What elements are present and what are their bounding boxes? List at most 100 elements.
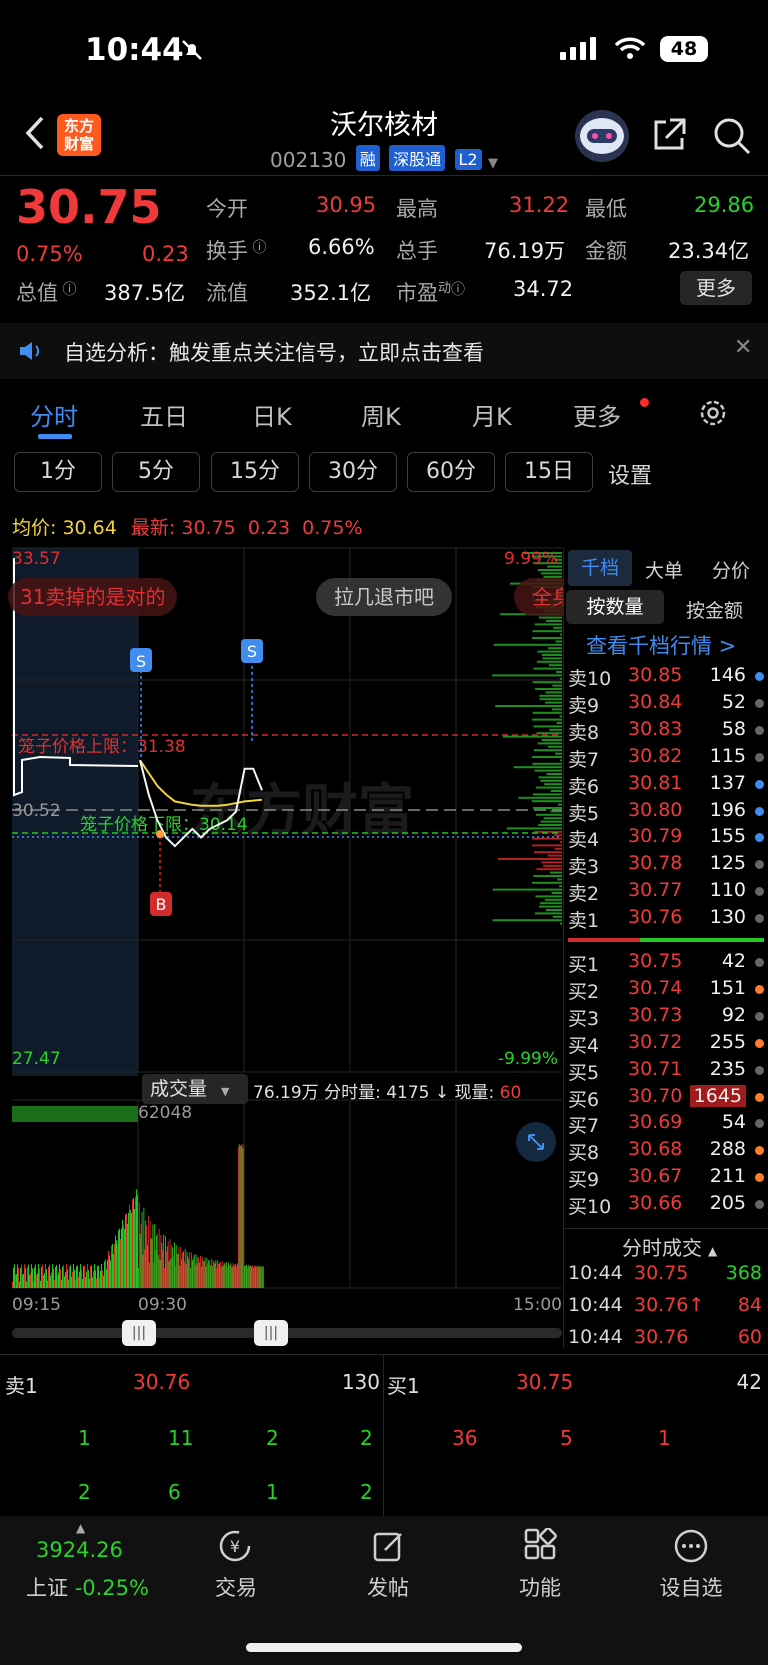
ask-price: 30.83 xyxy=(628,717,683,740)
volume-bar xyxy=(25,1268,26,1288)
tab-l2-depth[interactable]: 千档 xyxy=(568,550,632,586)
volume-bar xyxy=(251,1266,253,1288)
tick-row: 10:44 30.76↑ 84 xyxy=(568,1294,768,1321)
bid-row[interactable]: 买7 30.69 54 xyxy=(568,1111,768,1138)
post-icon[interactable] xyxy=(371,1528,407,1568)
depth-bar xyxy=(560,759,562,762)
nav-post[interactable]: 发帖 xyxy=(338,1572,438,1602)
mode-by-amount[interactable]: 按金额 xyxy=(686,596,743,623)
trade-icon[interactable]: ¥ xyxy=(217,1528,253,1568)
mode-by-qty[interactable]: 按数量 xyxy=(566,590,664,624)
ask-row[interactable]: 卖4 30.79 155 xyxy=(568,825,768,852)
period-1min[interactable]: 1分 xyxy=(14,452,102,492)
index-line[interactable]: 上证 -0.25% xyxy=(26,1572,149,1602)
share-icon[interactable] xyxy=(650,116,688,158)
nav-functions[interactable]: 功能 xyxy=(490,1572,590,1602)
notice-bar[interactable]: 自选分析：触发重点关注信号，立即点击查看 ✕ xyxy=(0,323,768,379)
tab-daily[interactable]: 日K xyxy=(252,397,292,432)
more-button[interactable]: 更多 xyxy=(680,271,752,305)
depth-bar xyxy=(559,715,562,718)
comment-bubble-1[interactable]: 31卖掉的是对的 xyxy=(8,578,178,616)
bid-row[interactable]: 买5 30.71 235 xyxy=(568,1058,768,1085)
ask-row[interactable]: 卖5 30.80 196 xyxy=(568,799,768,826)
close-icon[interactable]: ✕ xyxy=(734,335,752,360)
tab-price-dist[interactable]: 分价 xyxy=(712,556,750,583)
tab-intraday[interactable]: 分时 xyxy=(30,397,78,432)
assistant-avatar[interactable] xyxy=(575,110,629,162)
ask-row[interactable]: 卖7 30.82 115 xyxy=(568,745,768,772)
indicator-select[interactable]: 成交量 ▼ xyxy=(142,1074,248,1104)
period-60min[interactable]: 60分 xyxy=(407,452,495,492)
ticks-title[interactable]: 分时成交 ▲ xyxy=(622,1232,717,1261)
volume-bar xyxy=(71,1276,72,1288)
tab-more[interactable]: 更多 xyxy=(573,397,621,432)
index-value[interactable]: 3924.26 xyxy=(36,1538,123,1562)
ask-row[interactable]: 卖8 30.83 58 xyxy=(568,718,768,745)
tab-monthly[interactable]: 月K xyxy=(472,397,512,432)
volume-bar xyxy=(239,1145,241,1288)
volume-bar xyxy=(49,1264,50,1288)
depth-bar xyxy=(554,847,562,850)
chevron-down-icon[interactable]: ▼ xyxy=(488,156,498,171)
buy-queue-cell: 5 xyxy=(560,1426,573,1450)
volume-info: 76.19万 分时量: 4175 ↓ 现量: 60 xyxy=(253,1083,522,1103)
volume-bar xyxy=(102,1270,103,1288)
period-5min[interactable]: 5分 xyxy=(112,452,200,492)
search-icon[interactable] xyxy=(712,116,752,160)
comment-bubble-3[interactable]: 全身 xyxy=(514,578,564,616)
slider-handle-right[interactable]: ||| xyxy=(254,1320,288,1346)
gear-icon[interactable] xyxy=(698,398,728,432)
view-depth-link[interactable]: 查看千档行情 > xyxy=(586,630,736,660)
ask-row[interactable]: 卖2 30.77 110 xyxy=(568,879,768,906)
nav-add-watchlist[interactable]: 设自选 xyxy=(641,1572,741,1602)
slider-handle-left[interactable]: ||| xyxy=(122,1320,156,1346)
volume-bar xyxy=(51,1272,52,1288)
bid-row[interactable]: 买10 30.66 205 xyxy=(568,1192,768,1219)
bid-row[interactable]: 买1 30.75 42 xyxy=(568,950,768,977)
float-value: 352.1亿 xyxy=(290,281,372,305)
bid-row[interactable]: 买4 30.72 255 xyxy=(568,1031,768,1058)
volume-bar xyxy=(80,1264,81,1288)
volume-bar xyxy=(79,1271,80,1288)
nav-trade[interactable]: 交易 xyxy=(186,1572,286,1602)
bid-row[interactable]: 买8 30.68 288 xyxy=(568,1138,768,1165)
period-15min[interactable]: 15分 xyxy=(211,452,299,492)
period-30min[interactable]: 30分 xyxy=(309,452,397,492)
ask-level: 卖7 xyxy=(568,748,600,771)
bid-row[interactable]: 买2 30.74 151 xyxy=(568,977,768,1004)
depth-bar xyxy=(533,875,562,877)
ask-row[interactable]: 卖6 30.81 137 xyxy=(568,772,768,799)
turnover-label[interactable]: 换手 ⓘ xyxy=(206,235,266,265)
volume-bar xyxy=(254,1265,255,1288)
comment-bubble-2[interactable]: 拉几退市吧 xyxy=(316,578,452,616)
intraday-chart[interactable]: 东方财富 笼子价格上限：31.38 笼子价格下限：30.14 33.57 30.… xyxy=(0,540,564,1320)
ask-row[interactable]: 卖10 30.85 146 xyxy=(568,664,768,691)
ask-row[interactable]: 卖1 30.76 130 xyxy=(568,906,768,933)
volume-bar xyxy=(75,1279,76,1288)
volume-bar xyxy=(104,1261,105,1288)
volume-bar xyxy=(220,1266,222,1288)
time-end: 15:00 xyxy=(513,1295,562,1315)
chart-legend: 均价: 30.64 最新: 30.75 0.23 0.75% xyxy=(12,517,363,539)
volume-bar xyxy=(187,1255,189,1288)
bid-row[interactable]: 买3 30.73 92 xyxy=(568,1004,768,1031)
period-15day[interactable]: 15日 xyxy=(505,452,593,492)
tab-weekly[interactable]: 周K xyxy=(361,397,401,432)
expand-icon[interactable] xyxy=(516,1122,556,1162)
tab-5day[interactable]: 五日 xyxy=(140,397,188,432)
pe-label[interactable]: 市盈动ⓘ xyxy=(396,277,465,307)
volume-bar xyxy=(204,1257,206,1288)
more-dots-icon[interactable] xyxy=(673,1528,709,1568)
tab-large-orders[interactable]: 大单 xyxy=(645,556,683,583)
volume-bar xyxy=(33,1281,34,1288)
mktcap-label[interactable]: 总值 ⓘ xyxy=(16,277,76,307)
functions-icon[interactable] xyxy=(522,1527,558,1568)
ask-row[interactable]: 卖9 30.84 52 xyxy=(568,691,768,718)
ask-row[interactable]: 卖3 30.78 125 xyxy=(568,852,768,879)
period-settings[interactable]: 设置 xyxy=(608,458,652,490)
l1-sell-qty: 130 xyxy=(341,1370,380,1394)
volume-bar xyxy=(86,1271,87,1288)
bid-row[interactable]: 买9 30.67 211 xyxy=(568,1165,768,1192)
bid-row[interactable]: 买6 30.70 1645 xyxy=(568,1084,768,1112)
depth-bar xyxy=(557,803,562,806)
